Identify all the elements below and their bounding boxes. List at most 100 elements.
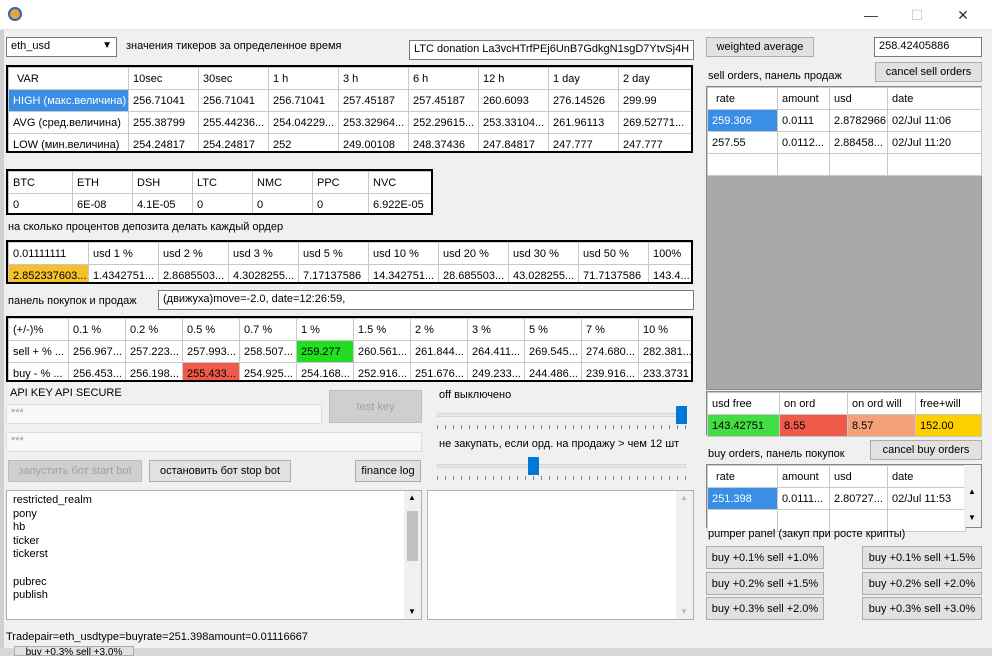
chevron-down-icon[interactable]: ▼: [680, 607, 688, 616]
percent-cell[interactable]: sell + % ...: [8, 340, 69, 363]
ticker-cell[interactable]: 248.37436: [408, 133, 479, 151]
percent-cell[interactable]: 254.168...: [296, 362, 354, 380]
ticker-cell[interactable]: 249.00108: [338, 133, 409, 151]
buy-order-cell[interactable]: 251.398: [707, 487, 778, 510]
ticker-cell[interactable]: 256.71041: [198, 89, 269, 112]
sell-order-cell[interactable]: 2.88458...: [829, 131, 888, 154]
percent-cell[interactable]: 244.486...: [524, 362, 582, 380]
log-scroll-thumb[interactable]: [407, 511, 418, 561]
deposit-cell[interactable]: 7.17137586: [298, 264, 369, 282]
ticker-row-low[interactable]: LOW (мин.величина) 254.24817 254.24817 2…: [8, 133, 691, 151]
start-bot-button[interactable]: запустить бот start bot: [8, 460, 142, 482]
ticker-cell[interactable]: 255.38799: [128, 111, 199, 134]
deposit-row[interactable]: 2.852337603... 1.4342751... 2.8685503...…: [8, 264, 691, 282]
sell-order-cell[interactable]: 0.0111: [777, 109, 830, 132]
ticker-cell[interactable]: 254.04229...: [268, 111, 339, 134]
percent-cell[interactable]: 233.3731: [638, 362, 691, 380]
ticker-cell[interactable]: 254.24817: [198, 133, 269, 151]
log-listbox[interactable]: restricted_realm pony hb ticker tickerst…: [6, 490, 422, 620]
sell-order-cell[interactable]: 02/Jul 11:20: [887, 131, 982, 154]
sell-order-cell[interactable]: 257.55: [707, 131, 778, 154]
balance-cell[interactable]: 0: [252, 193, 313, 213]
ticker-cell[interactable]: 276.14526: [548, 89, 619, 112]
test-key-button[interactable]: test key: [329, 390, 422, 423]
api-key-input[interactable]: ***: [6, 404, 322, 424]
table-row[interactable]: [707, 153, 982, 176]
weighted-average-button[interactable]: weighted average: [706, 37, 814, 57]
pumper-button-left-1[interactable]: buy +0.1% sell +1.0%: [706, 546, 824, 569]
buy-orders-grid[interactable]: rate amount usd date 251.398 0.0111... 2…: [706, 464, 982, 532]
ticker-cell[interactable]: 247.777: [548, 133, 619, 151]
sell-order-cell[interactable]: 259.306: [707, 109, 778, 132]
ticker-cell[interactable]: 256.71041: [128, 89, 199, 112]
ticker-row-avg[interactable]: AVG (сред.величина) 255.38799 255.44236.…: [8, 111, 691, 134]
percent-cell[interactable]: 261.844...: [410, 340, 468, 363]
ticker-cell[interactable]: 247.84817: [478, 133, 549, 151]
deposit-cell[interactable]: 2.852337603...: [8, 264, 89, 282]
ticker-cell[interactable]: 247.777: [618, 133, 691, 151]
empty-cell[interactable]: [777, 153, 830, 176]
balance-cell[interactable]: 0: [312, 193, 369, 213]
percent-cell[interactable]: 264.411...: [467, 340, 525, 363]
ticker-cell[interactable]: 252.29615...: [408, 111, 479, 134]
ticker-cell[interactable]: 257.45187: [338, 89, 409, 112]
ticker-cell[interactable]: LOW (мин.величина): [8, 133, 129, 151]
chevron-down-icon[interactable]: ▼: [968, 513, 976, 522]
pumper-button-left-3[interactable]: buy +0.3% sell +2.0%: [706, 597, 824, 620]
balance-row[interactable]: 0 6E-08 4.1E-05 0 0 0 6.922E-05: [8, 193, 431, 213]
deposit-cell[interactable]: 43.028255...: [508, 264, 579, 282]
chevron-down-icon[interactable]: ▼: [408, 607, 416, 616]
buy-percent-row[interactable]: buy - % ... 256.453... 256.198... 255.43…: [8, 362, 691, 380]
close-button[interactable]: ✕: [940, 0, 986, 30]
deposit-cell[interactable]: 14.342751...: [368, 264, 439, 282]
percent-cell[interactable]: 274.680...: [581, 340, 639, 363]
sell-order-cell[interactable]: 0.0112...: [777, 131, 830, 154]
limit-slider-thumb[interactable]: [528, 457, 539, 475]
cancel-sell-orders-button[interactable]: cancel sell orders: [875, 62, 982, 82]
balance-cell[interactable]: 6E-08: [72, 193, 133, 213]
percent-cell[interactable]: 282.381...: [638, 340, 691, 363]
deposit-cell[interactable]: 4.3028255...: [228, 264, 299, 282]
output-scrollbar[interactable]: ▲ ▼: [676, 491, 693, 619]
ticker-cell[interactable]: 253.33104...: [478, 111, 549, 134]
buy-order-cell[interactable]: 0.0111...: [777, 487, 830, 510]
percent-cell[interactable]: 251.676...: [410, 362, 468, 380]
chevron-up-icon[interactable]: ▲: [408, 493, 416, 502]
list-item[interactable]: restricted_realm: [13, 494, 415, 508]
off-slider-track[interactable]: [437, 413, 686, 417]
chevron-up-icon[interactable]: ▲: [680, 493, 688, 502]
ticker-cell[interactable]: 269.52771...: [618, 111, 691, 134]
list-item[interactable]: publish: [13, 589, 415, 603]
buy-order-cell[interactable]: 02/Jul 11:53: [887, 487, 966, 510]
percent-cell[interactable]: 249.233...: [467, 362, 525, 380]
balance-cell[interactable]: 6.922E-05: [368, 193, 431, 213]
pair-select[interactable]: eth_usd ▼: [6, 37, 117, 57]
pumper-button-left-2[interactable]: buy +0.2% sell +1.5%: [706, 572, 824, 595]
percent-cell[interactable]: 256.198...: [125, 362, 183, 380]
chevron-up-icon[interactable]: ▲: [968, 487, 976, 496]
sell-order-cell[interactable]: 02/Jul 11:06: [887, 109, 982, 132]
list-item[interactable]: pony: [13, 508, 415, 522]
log-scrollbar[interactable]: ▲ ▼: [404, 491, 421, 619]
percent-cell[interactable]: 259.277: [296, 340, 354, 363]
minimize-button[interactable]: —: [848, 0, 894, 30]
pumper-button-right-1[interactable]: buy +0.1% sell +1.5%: [862, 546, 982, 569]
percent-cell[interactable]: 258.507...: [239, 340, 297, 363]
table-row[interactable]: 259.306 0.0111 2.8782966 02/Jul 11:06: [707, 109, 982, 132]
api-secret-input[interactable]: ***: [6, 432, 422, 452]
stop-bot-button[interactable]: остановить бот stop bot: [149, 460, 291, 482]
percent-cell[interactable]: buy - % ...: [8, 362, 69, 380]
percent-cell[interactable]: 256.967...: [68, 340, 126, 363]
percent-cell[interactable]: 254.925...: [239, 362, 297, 380]
deposit-cell[interactable]: 143.4...: [648, 264, 691, 282]
pumper-button-right-3[interactable]: buy +0.3% sell +3.0%: [862, 597, 982, 620]
list-item[interactable]: [13, 562, 415, 576]
deposit-cell[interactable]: 1.4342751...: [88, 264, 159, 282]
buy-orders-scrollbar[interactable]: ▲ ▼: [964, 465, 981, 527]
sell-percent-row[interactable]: sell + % ... 256.967... 257.223... 257.9…: [8, 340, 691, 363]
list-item[interactable]: ticker: [13, 535, 415, 549]
ticker-cell[interactable]: HIGH (макс.величина): [8, 89, 129, 112]
ticker-cell[interactable]: 252: [268, 133, 339, 151]
deposit-cell[interactable]: 28.685503...: [438, 264, 509, 282]
ltc-donation-field[interactable]: LTC donation La3vcHTrfPEj6UnB7GdkgN1sgD7…: [409, 40, 694, 60]
